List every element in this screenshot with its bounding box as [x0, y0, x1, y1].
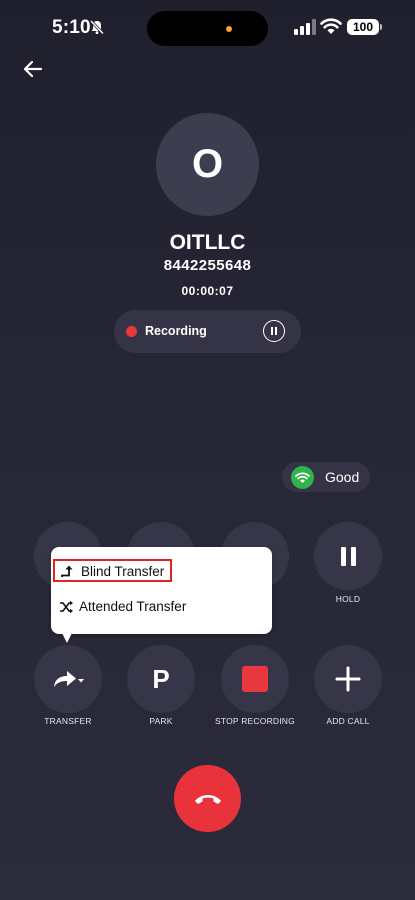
- hold-button[interactable]: [314, 522, 382, 590]
- battery-cap: [380, 24, 382, 30]
- call-quality-badge: Good: [282, 462, 370, 492]
- add-call-label: ADD CALL: [326, 716, 370, 726]
- battery-indicator: 100: [347, 19, 379, 35]
- status-time: 5:10: [52, 17, 91, 38]
- hangup-phone-icon: [194, 794, 221, 804]
- shuffle-icon: [60, 600, 73, 614]
- blind-transfer-label: Blind Transfer: [81, 564, 165, 579]
- cellular-signal-icon: [294, 19, 316, 35]
- attended-transfer-label: Attended Transfer: [79, 599, 187, 614]
- privacy-indicator: [226, 26, 232, 32]
- add-call-button[interactable]: [314, 645, 382, 713]
- avatar: O: [156, 113, 259, 216]
- dynamic-island: [147, 11, 268, 46]
- hold-label: HOLD: [335, 594, 361, 604]
- recording-status: Recording: [114, 310, 301, 353]
- park-label: PARK: [149, 716, 173, 726]
- caller-name: OITLLC: [169, 231, 246, 254]
- attended-transfer-option[interactable]: Attended Transfer: [59, 598, 259, 618]
- wifi-icon: [320, 18, 342, 34]
- transfer-label: TRANSFER: [44, 716, 92, 726]
- stop-recording-label: STOP RECORDING: [215, 716, 295, 726]
- plus-icon: [335, 666, 361, 692]
- call-duration: 00:00:07: [181, 284, 234, 298]
- park-icon: P: [152, 663, 170, 694]
- recording-dot-icon: [126, 326, 137, 337]
- caller-number: 8442255648: [163, 257, 252, 274]
- transfer-menu: Blind Transfer Attended Transfer: [51, 547, 272, 634]
- bell-muted-icon: [89, 19, 105, 35]
- stop-recording-button[interactable]: [221, 645, 289, 713]
- wifi-quality-icon: [291, 466, 314, 489]
- transfer-share-icon: [54, 671, 84, 687]
- blind-transfer-arrow-icon: [61, 565, 73, 577]
- park-button[interactable]: P: [127, 645, 195, 713]
- transfer-button[interactable]: [34, 645, 102, 713]
- transfer-menu-pointer: [60, 629, 74, 643]
- blind-transfer-option[interactable]: Blind Transfer: [53, 559, 172, 582]
- back-arrow-icon[interactable]: [20, 56, 46, 82]
- call-quality-label: Good: [325, 469, 360, 485]
- end-call-button[interactable]: [174, 765, 241, 832]
- stop-icon: [242, 666, 268, 692]
- recording-label: Recording: [145, 324, 207, 338]
- pause-recording-button[interactable]: [263, 320, 285, 342]
- pause-icon: [340, 546, 346, 566]
